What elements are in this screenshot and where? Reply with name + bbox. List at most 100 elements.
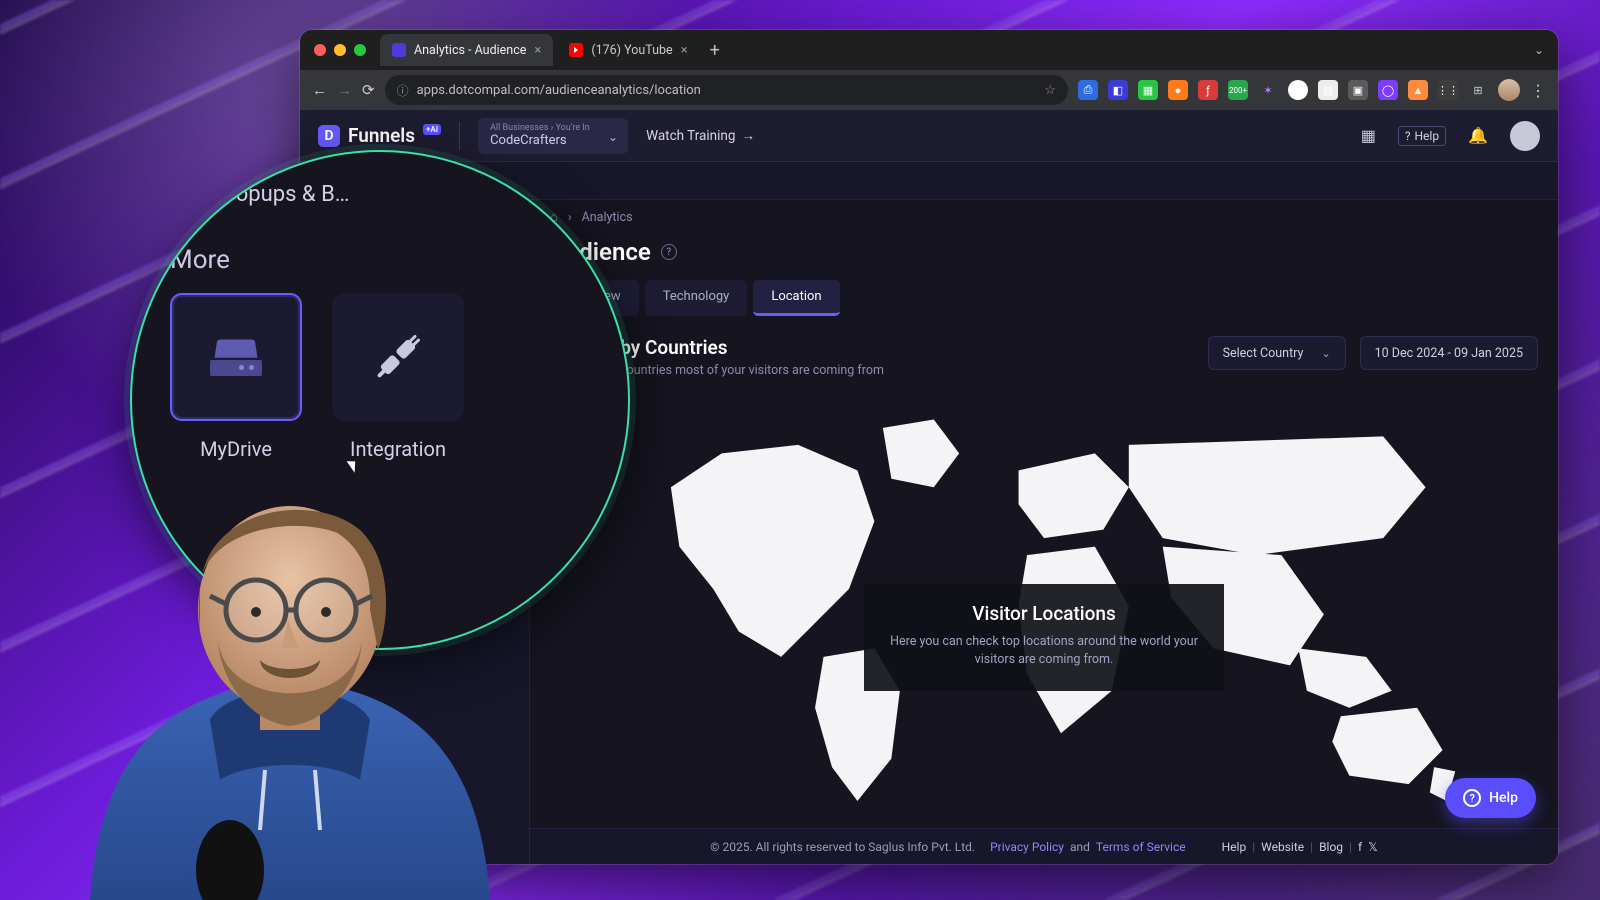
notifications-icon[interactable]: 🔔 [1464, 126, 1492, 145]
help-fab[interactable]: ? Help [1445, 778, 1536, 818]
help-icon: ? [1463, 789, 1481, 807]
copyright-text: © 2025. All rights reserved to Saglus In… [710, 840, 975, 854]
url-text: apps.dotcompal.com/audienceanalytics/loc… [417, 83, 701, 98]
ai-badge: +AI [423, 124, 441, 135]
presenter-webcam [60, 470, 520, 900]
x-icon[interactable]: 𝕏 [1368, 840, 1378, 854]
menu-grid-icon[interactable]: ▦ [318, 171, 333, 190]
tooltip-body: Here you can check top locations around … [884, 633, 1204, 669]
minimize-window-button[interactable] [334, 44, 346, 56]
app-header: D Funnels +AI All Businesses › You're In… [300, 110, 1558, 162]
home-icon[interactable]: ⌂ [550, 209, 558, 225]
date-range-value: 10 Dec 2024 - 09 Jan 2025 [1375, 346, 1523, 361]
close-window-button[interactable] [314, 44, 326, 56]
brand-logo[interactable]: D Funnels +AI [318, 124, 441, 147]
watch-training-label: Watch Training [646, 128, 735, 144]
extension-icon[interactable]: ◯ [1378, 80, 1398, 100]
extension-icon[interactable]: ▦ [1138, 80, 1158, 100]
section-label: Analytics [347, 173, 402, 189]
breadcrumb-item[interactable]: Analytics [582, 210, 633, 225]
footer-and: and [1070, 840, 1090, 854]
browser-toolbar: ← → ⟳ ⓘ apps.dotcompal.com/audienceanaly… [300, 70, 1558, 110]
tab-label: Overview [568, 289, 621, 304]
extension-icon[interactable]: ▤ [1318, 80, 1338, 100]
select-value: Select Country [1223, 346, 1304, 361]
user-avatar[interactable] [1510, 121, 1540, 151]
extension-icon[interactable] [1288, 80, 1308, 100]
extension-icon[interactable]: 200+ [1228, 80, 1248, 100]
chevron-down-icon: ⌄ [1321, 347, 1330, 360]
forward-button[interactable]: → [337, 81, 352, 99]
tab-label: Technology [663, 289, 730, 304]
extension-icon[interactable]: ● [1168, 80, 1188, 100]
bookmark-icon[interactable]: ☆ [1044, 83, 1056, 98]
extension-icon[interactable]: ▲ [1408, 80, 1428, 100]
back-button[interactable]: ← [312, 81, 327, 99]
audience-tabs: Overview Technology Location [530, 280, 1558, 322]
brand-name: Funnels [348, 124, 415, 147]
extension-icon[interactable]: ▣ [1348, 80, 1368, 100]
browser-tab-analytics[interactable]: Analytics - Audience × [380, 34, 553, 66]
apps-grid-icon[interactable]: ▦ [1357, 126, 1380, 145]
maximize-window-button[interactable] [354, 44, 366, 56]
map-tooltip: Visitor Locations Here you can check top… [864, 584, 1224, 691]
tabs-dropdown-button[interactable]: ⌄ [1528, 43, 1550, 57]
new-tab-button[interactable]: + [704, 40, 726, 61]
footer-website-link[interactable]: Website [1261, 840, 1304, 854]
browser-menu-button[interactable]: ⋮ [1530, 81, 1546, 100]
tab-title: (176) YouTube [591, 43, 672, 58]
privacy-link[interactable]: Privacy Policy [990, 840, 1064, 854]
chevron-down-icon: ⌄ [608, 130, 618, 144]
brand-icon: D [318, 125, 340, 147]
browser-tabstrip: Analytics - Audience × (176) YouTube × +… [300, 30, 1558, 70]
extension-icon[interactable]: ⋮⋮ [1438, 80, 1458, 100]
reload-button[interactable]: ⟳ [362, 81, 375, 99]
footer-help-link[interactable]: Help [1222, 840, 1247, 854]
browser-tab-youtube[interactable]: (176) YouTube × [557, 34, 699, 66]
breadcrumb: ⌂ › Analytics [530, 200, 1558, 234]
help-tooltip-icon[interactable]: ? [661, 244, 677, 260]
app-footer: © 2025. All rights reserved to Saglus In… [530, 828, 1558, 864]
help-icon: ? [1405, 129, 1411, 143]
date-range-picker[interactable]: 10 Dec 2024 - 09 Jan 2025 [1360, 336, 1538, 370]
extension-icon[interactable]: ƒ [1198, 80, 1218, 100]
favicon-icon [392, 43, 406, 57]
profile-avatar[interactable] [1498, 79, 1520, 101]
window-controls [314, 44, 366, 56]
help-label: Help [1414, 129, 1439, 143]
address-bar[interactable]: ⓘ apps.dotcompal.com/audienceanalytics/l… [385, 75, 1068, 105]
help-fab-label: Help [1489, 790, 1518, 806]
close-tab-icon[interactable]: × [681, 43, 688, 58]
watch-training-link[interactable]: Watch Training → [646, 128, 755, 144]
section-heading: Visitors by Countries [550, 336, 884, 359]
sub-header: ▦ Analytics [300, 162, 1558, 200]
extension-bar: ⎙ ◧ ▦ ● ƒ 200+ ✶ ▤ ▣ ◯ ▲ ⋮⋮ ⊞ ⋮ [1078, 79, 1546, 101]
section-subheading: Know which countries most of your visito… [550, 363, 884, 378]
main-content: ⌂ › Analytics Audience ? Overview Techno… [530, 200, 1558, 864]
extension-icon[interactable]: ✶ [1258, 80, 1278, 100]
tooltip-title: Visitor Locations [884, 602, 1204, 625]
arrow-right-icon: → [741, 128, 755, 144]
close-tab-icon[interactable]: × [534, 43, 541, 58]
extensions-menu-icon[interactable]: ⊞ [1468, 80, 1488, 100]
page-title: Audience [550, 238, 651, 266]
tab-technology[interactable]: Technology [645, 280, 748, 316]
tab-title: Analytics - Audience [414, 43, 526, 58]
tab-overview[interactable]: Overview [550, 280, 639, 316]
site-info-icon[interactable]: ⓘ [397, 82, 409, 99]
footer-blog-link[interactable]: Blog [1319, 840, 1343, 854]
business-selector-caption: All Businesses › You're In [490, 123, 594, 133]
terms-link[interactable]: Terms of Service [1096, 840, 1186, 854]
tab-location[interactable]: Location [753, 280, 839, 316]
extension-icon[interactable]: ⎙ [1078, 80, 1098, 100]
help-button[interactable]: ? Help [1398, 126, 1446, 146]
extension-icon[interactable]: ◧ [1108, 80, 1128, 100]
chevron-right-icon: › [568, 210, 572, 225]
divider [459, 122, 460, 150]
business-selector-value: CodeCrafters [490, 133, 594, 148]
facebook-icon[interactable]: f [1358, 840, 1362, 854]
business-selector[interactable]: All Businesses › You're In CodeCrafters … [478, 118, 628, 154]
favicon-icon [569, 43, 583, 57]
tab-label: Location [771, 289, 821, 304]
country-select[interactable]: Select Country ⌄ [1208, 336, 1346, 370]
